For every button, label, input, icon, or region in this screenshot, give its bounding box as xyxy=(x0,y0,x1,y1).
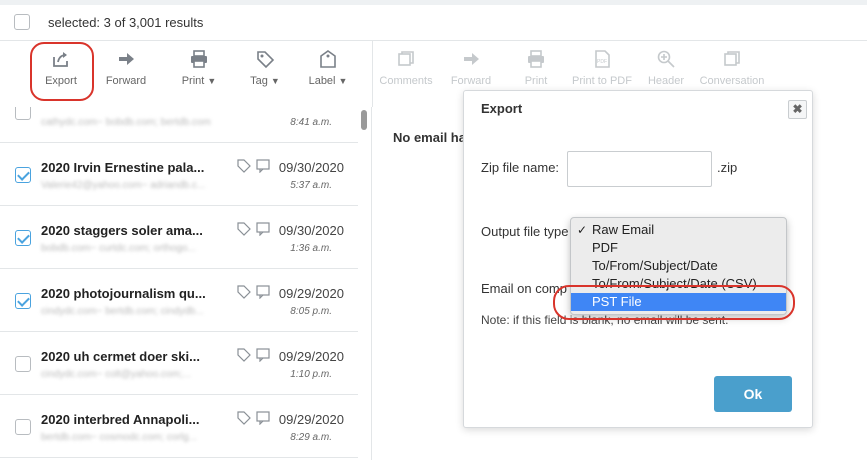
email-time: 8:29 a.m. xyxy=(290,432,332,443)
zip-file-label: Zip file name: xyxy=(481,160,560,175)
email-time: 1:10 p.m. xyxy=(290,369,332,380)
email-from: cathydc.com~ bobdb.com; bertdb.com xyxy=(41,117,211,128)
svg-text:PDF: PDF xyxy=(597,59,607,65)
label-label: Label xyxy=(308,75,336,87)
export-highlight-annotation xyxy=(30,42,94,101)
selection-bar: selected: 3 of 3,001 results xyxy=(0,5,867,41)
row-checkbox[interactable] xyxy=(15,107,31,120)
printer-icon xyxy=(191,50,207,68)
list-scrollbar[interactable] xyxy=(361,110,367,130)
zoom-in-icon xyxy=(657,50,675,68)
email-from: bobdb.com~ curtdc.com; orthogo... xyxy=(41,243,196,254)
row-checkbox[interactable] xyxy=(15,167,31,183)
email-subject: 2020 photojournalism qu... xyxy=(41,286,206,301)
close-icon[interactable]: ✖ xyxy=(788,100,807,119)
header-label: Header xyxy=(647,75,685,87)
email-row[interactable]: 2020 uh cermet doer ski... 09/29/2020 ci… xyxy=(0,332,358,395)
email-date: 09/30/2020 xyxy=(278,223,344,238)
email-from: cindydc.com~ colt@yahoo.com;... xyxy=(41,369,191,380)
tag-icon[interactable] xyxy=(237,285,273,299)
row-checkbox[interactable] xyxy=(15,293,31,309)
email-row[interactable]: 2020 staggers soler ama... 09/30/2020 bo… xyxy=(0,206,358,269)
comments-button[interactable]: Comments xyxy=(379,49,433,87)
pst-highlight-annotation xyxy=(553,285,795,320)
zip-file-input[interactable] xyxy=(567,151,712,187)
email-subject: 2020 uh cermet doer ski... xyxy=(41,349,200,364)
dialog-title: Export xyxy=(481,101,523,116)
email-date: 09/29/2020 xyxy=(278,412,344,427)
comments-label: Comments xyxy=(379,75,433,87)
tag-icon[interactable] xyxy=(237,348,273,362)
row-checkbox[interactable] xyxy=(15,230,31,246)
tag-icon xyxy=(257,51,275,69)
pdf-icon: PDF xyxy=(595,50,610,68)
select-all-checkbox[interactable] xyxy=(14,14,30,30)
email-date: 09/29/2020 xyxy=(278,286,344,301)
comments-icon xyxy=(398,51,414,66)
output-file-type-label: Output file type xyxy=(481,224,569,239)
tag-label: Tag xyxy=(250,75,268,87)
forward-disabled-label: Forward xyxy=(450,75,492,87)
email-row[interactable]: 2020 Irvin Ernestine pala... 09/30/2020 … xyxy=(0,143,358,206)
dropdown-option-raw-email[interactable]: ✓ Raw Email xyxy=(571,221,786,239)
email-row[interactable]: 2020 photojournalism qu... 09/29/2020 ci… xyxy=(0,269,358,332)
tag-icon[interactable] xyxy=(237,222,273,236)
label-tag-icon xyxy=(320,50,336,68)
option-label: To/From/Subject/Date xyxy=(592,258,718,273)
option-label: PDF xyxy=(592,240,618,255)
print-disabled-label: Print xyxy=(524,75,548,87)
checkmark-icon: ✓ xyxy=(577,223,588,237)
email-from: cindydc.com~ bertdb.com; cindydb... xyxy=(41,306,204,317)
forward-label: Forward xyxy=(105,75,147,87)
conversation-icon xyxy=(724,51,740,66)
email-from: bertdb.com~ cosmodc.com; corlg... xyxy=(41,432,197,443)
tag-icon[interactable] xyxy=(237,411,273,425)
forward-disabled-button[interactable]: Forward xyxy=(449,49,493,87)
email-subject: 2020 Irvin Ernestine pala... xyxy=(41,160,205,175)
email-time: 1:36 a.m. xyxy=(290,243,332,254)
conversation-button[interactable]: Conversation xyxy=(699,49,765,87)
email-date: 09/29/2020 xyxy=(278,349,344,364)
email-row[interactable]: 2020 interbred Annapoli... 09/29/2020 be… xyxy=(0,395,358,458)
print-to-pdf-button[interactable]: PDF Print to PDF xyxy=(571,49,633,87)
conversation-label: Conversation xyxy=(699,75,765,87)
header-button[interactable]: Header xyxy=(647,49,685,87)
email-time: 8:41 a.m. xyxy=(290,117,332,128)
zip-suffix: .zip xyxy=(717,160,738,175)
selection-count: selected: 3 of 3,001 results xyxy=(48,15,204,30)
forward-button[interactable]: Forward xyxy=(103,49,149,87)
email-subject: 2020 staggers soler ama... xyxy=(41,223,203,238)
label-button[interactable]: Label ▼ xyxy=(306,49,350,87)
email-time: 5:37 a.m. xyxy=(290,180,332,191)
option-label: Raw Email xyxy=(592,222,655,237)
email-time: 8:05 p.m. xyxy=(290,306,332,317)
dropdown-option-pdf[interactable]: PDF xyxy=(571,239,786,257)
email-date: 09/30/2020 xyxy=(278,160,344,175)
ok-button[interactable]: Ok xyxy=(714,376,792,412)
print-to-pdf-label: Print to PDF xyxy=(572,75,632,87)
chevron-down-icon: ▼ xyxy=(338,76,348,86)
email-row[interactable]: cathydc.com~ bobdb.com; bertdb.com 8:41 … xyxy=(0,107,358,143)
email-list: cathydc.com~ bobdb.com; bertdb.com 8:41 … xyxy=(0,107,372,460)
print-button[interactable]: Print ▼ xyxy=(177,49,221,87)
chevron-down-icon: ▼ xyxy=(207,76,217,86)
email-from: Valerie42@yahoo.com~ adriandb.c... xyxy=(41,180,206,191)
printer-icon xyxy=(528,50,544,68)
row-checkbox[interactable] xyxy=(15,356,31,372)
forward-arrow-icon xyxy=(464,53,479,65)
preview-empty-text: No email ha xyxy=(393,130,466,145)
print-label: Print xyxy=(181,75,205,87)
print-disabled-button[interactable]: Print xyxy=(521,49,551,87)
dropdown-option-to-from-subject-date[interactable]: To/From/Subject/Date xyxy=(571,257,786,275)
tag-icon[interactable] xyxy=(237,159,273,173)
email-subject: 2020 interbred Annapoli... xyxy=(41,412,200,427)
forward-arrow-icon xyxy=(119,53,134,65)
row-checkbox[interactable] xyxy=(15,419,31,435)
chevron-down-icon: ▼ xyxy=(270,76,280,86)
tag-button[interactable]: Tag ▼ xyxy=(245,49,285,87)
